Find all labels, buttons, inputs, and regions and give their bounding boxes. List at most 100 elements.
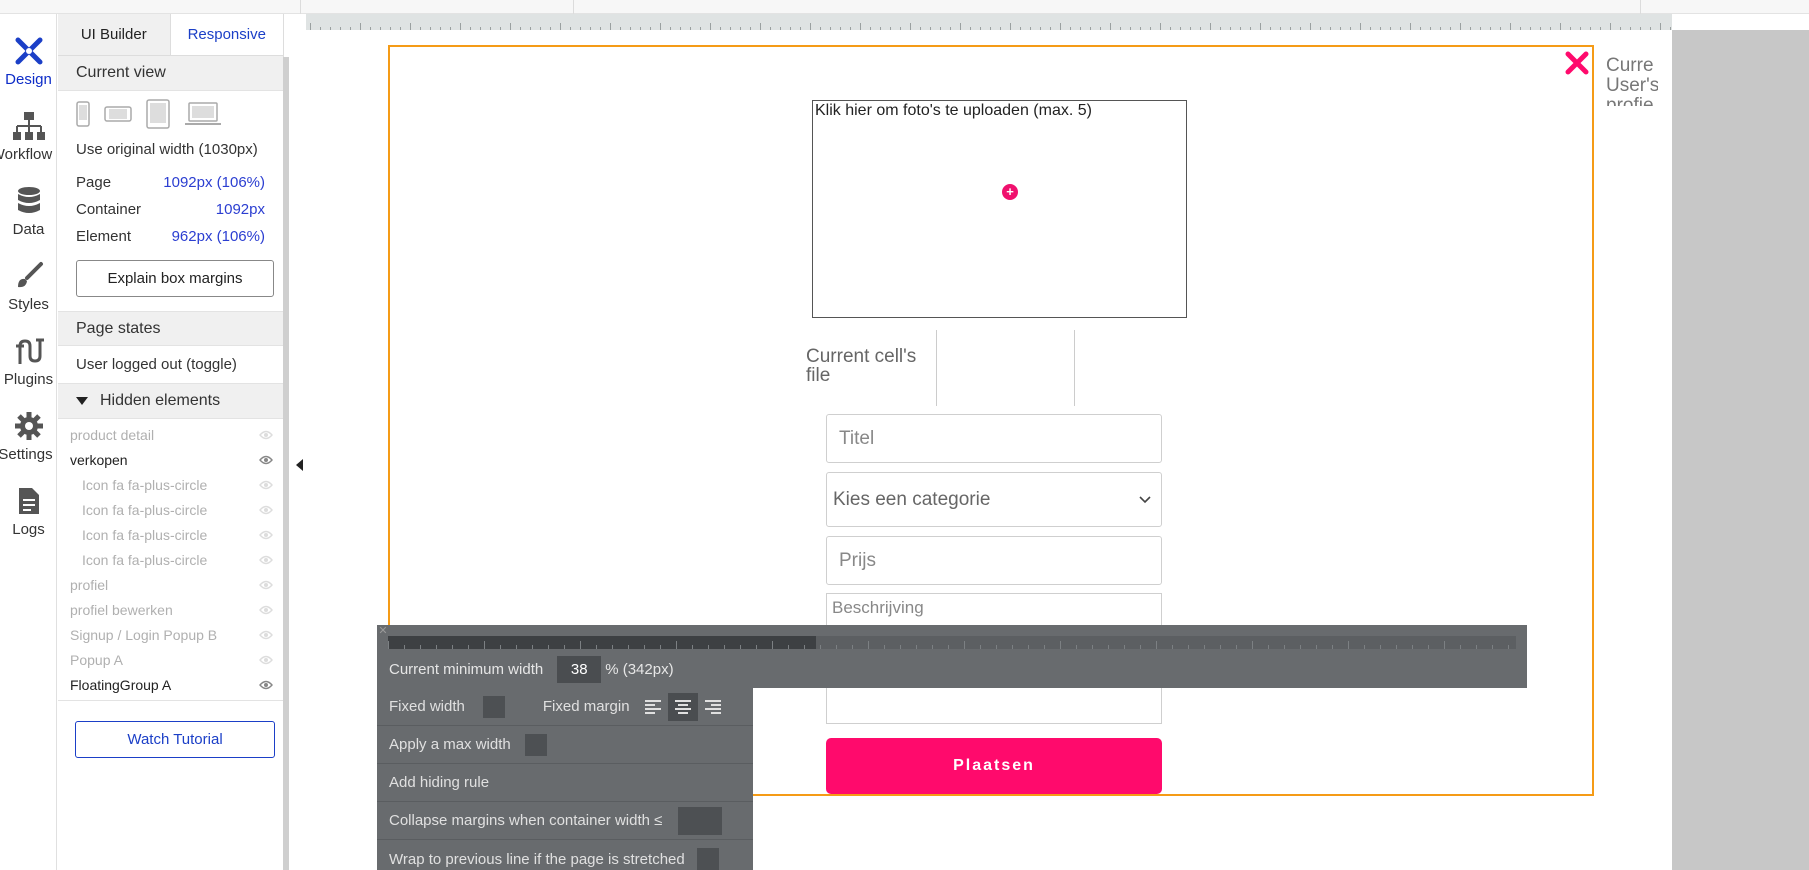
ruler-tick: [940, 27, 941, 30]
collapse-panel-handle[interactable]: [292, 455, 306, 475]
toolbar-divider: [1640, 0, 1641, 14]
watch-tutorial-button[interactable]: Watch Tutorial: [75, 721, 275, 758]
hidden-element-item[interactable]: verkopen: [58, 447, 283, 472]
hidden-element-label: Icon fa fa-plus-circle: [82, 476, 208, 493]
rail-plugins[interactable]: Plugins: [0, 324, 57, 394]
hidden-element-label: profiel bewerken: [70, 601, 173, 618]
ruler-tick: [490, 27, 491, 30]
ruler-tick: [570, 27, 571, 30]
hidden-element-item[interactable]: Signup / Login Popup B: [58, 622, 283, 647]
slider-tick: [820, 645, 821, 649]
collapse-width-input[interactable]: [678, 806, 723, 835]
fixed-width-row: Fixed width Fixed margin: [377, 688, 753, 726]
eye-icon[interactable]: [259, 502, 273, 518]
category-select[interactable]: Kies een categorie: [826, 472, 1162, 527]
phone-portrait-icon[interactable]: [76, 101, 90, 127]
phone-landscape-icon[interactable]: [104, 106, 132, 122]
original-width-option[interactable]: Use original width (1030px): [58, 137, 283, 161]
responsive-options-panel: Fixed width Fixed margin Apply a max wid…: [377, 688, 753, 870]
rail-styles[interactable]: Styles: [0, 249, 57, 319]
hidden-element-item[interactable]: Icon fa fa-plus-circle: [58, 472, 283, 497]
eye-icon[interactable]: [259, 602, 273, 618]
page-width-row: Page 1092px (106%): [58, 169, 283, 196]
hidden-elements-heading[interactable]: Hidden elements: [58, 384, 283, 419]
ruler-tick: [580, 27, 581, 30]
hidden-element-item[interactable]: profiel: [58, 572, 283, 597]
panel-scrollbar[interactable]: [283, 57, 289, 870]
hidden-element-item[interactable]: Icon fa fa-plus-circle: [58, 547, 283, 572]
explain-box-margins-button[interactable]: Explain box margins: [76, 260, 274, 297]
ruler-tick: [400, 27, 401, 30]
side-text-line: profie: [1606, 95, 1654, 107]
plus-circle-icon: +: [1002, 184, 1018, 200]
hidden-element-item[interactable]: product detail: [58, 422, 283, 447]
slider-tick: [468, 645, 469, 649]
rail-logs[interactable]: Logs: [0, 474, 57, 544]
photo-uploader[interactable]: Klik hier om foto's te uploaden (max. 5)…: [812, 100, 1187, 318]
eye-icon[interactable]: [259, 577, 273, 593]
icon-rail: Design Workflow Data Styles Plugins Sett…: [0, 14, 57, 870]
page-state-toggle[interactable]: User logged out (toggle): [58, 346, 283, 384]
ruler-tick: [1170, 27, 1171, 30]
eye-icon[interactable]: [259, 552, 273, 568]
hidden-element-item[interactable]: Icon fa fa-plus-circle: [58, 497, 283, 522]
ruler-tick: [1370, 27, 1371, 30]
side-text-line: User's: [1606, 75, 1658, 96]
max-width-checkbox[interactable]: [524, 733, 547, 756]
ruler-tick: [1210, 23, 1211, 30]
hidden-element-item[interactable]: profiel bewerken: [58, 597, 283, 622]
ruler-tick: [1050, 27, 1051, 30]
ruler-tick: [710, 23, 711, 30]
add-hiding-rule-row[interactable]: Add hiding rule: [377, 764, 753, 802]
slider-tick: [836, 645, 837, 649]
eye-icon[interactable]: [259, 527, 273, 543]
hidden-element-item[interactable]: Popup A: [58, 647, 283, 672]
alignment-group: [638, 692, 728, 721]
slider-tick: [1428, 645, 1429, 649]
title-input[interactable]: Titel: [826, 414, 1162, 463]
rail-settings[interactable]: Settings: [0, 399, 57, 469]
hidden-element-item[interactable]: Icon fa fa-plus-circle: [58, 522, 283, 547]
slider-tick: [660, 645, 661, 649]
hidden-element-item[interactable]: FloatingGroup A: [58, 672, 283, 697]
page-states-heading: Page states: [58, 311, 283, 346]
slider-tick: [788, 645, 789, 649]
slider-tick: [1220, 645, 1221, 649]
ruler-tick: [1310, 23, 1311, 30]
rail-design[interactable]: Design: [0, 24, 57, 94]
fixed-width-checkbox[interactable]: [482, 695, 505, 718]
ruler-tick: [660, 23, 661, 30]
rail-data[interactable]: Data: [0, 174, 57, 244]
slider-tick: [484, 641, 485, 649]
ruler-tick: [1560, 23, 1561, 30]
ruler-tick: [380, 27, 381, 30]
hidden-element-label: Popup A: [70, 651, 123, 668]
price-input[interactable]: Prijs: [826, 536, 1162, 585]
eye-icon[interactable]: [259, 627, 273, 643]
slider-tick: [580, 641, 581, 649]
align-right-icon[interactable]: [698, 693, 728, 721]
brush-icon: [12, 259, 46, 293]
wrap-checkbox[interactable]: [696, 848, 719, 870]
ruler-tick: [1020, 27, 1021, 30]
element-width-value: 962px (106%): [171, 228, 265, 245]
slider-tick: [1028, 645, 1029, 649]
close-icon[interactable]: [1563, 49, 1591, 77]
rail-workflow[interactable]: Workflow: [0, 99, 57, 169]
submit-button[interactable]: Plaatsen: [826, 738, 1162, 794]
collapse-margins-label: Collapse margins when container width ≤: [389, 812, 663, 829]
eye-icon[interactable]: [259, 652, 273, 668]
align-center-icon[interactable]: [667, 692, 698, 721]
align-left-icon[interactable]: [638, 693, 668, 721]
ruler-tick: [1420, 27, 1421, 30]
tablet-icon[interactable]: [146, 99, 170, 129]
min-width-input[interactable]: 38: [557, 655, 602, 683]
laptop-icon[interactable]: [184, 101, 222, 127]
eye-icon[interactable]: [259, 427, 273, 443]
eye-icon[interactable]: [259, 677, 273, 693]
ruler-tick: [990, 27, 991, 30]
tab-ui-builder[interactable]: UI Builder: [58, 14, 171, 55]
eye-icon[interactable]: [259, 452, 273, 468]
eye-icon[interactable]: [259, 477, 273, 493]
tab-responsive[interactable]: Responsive: [170, 14, 283, 55]
